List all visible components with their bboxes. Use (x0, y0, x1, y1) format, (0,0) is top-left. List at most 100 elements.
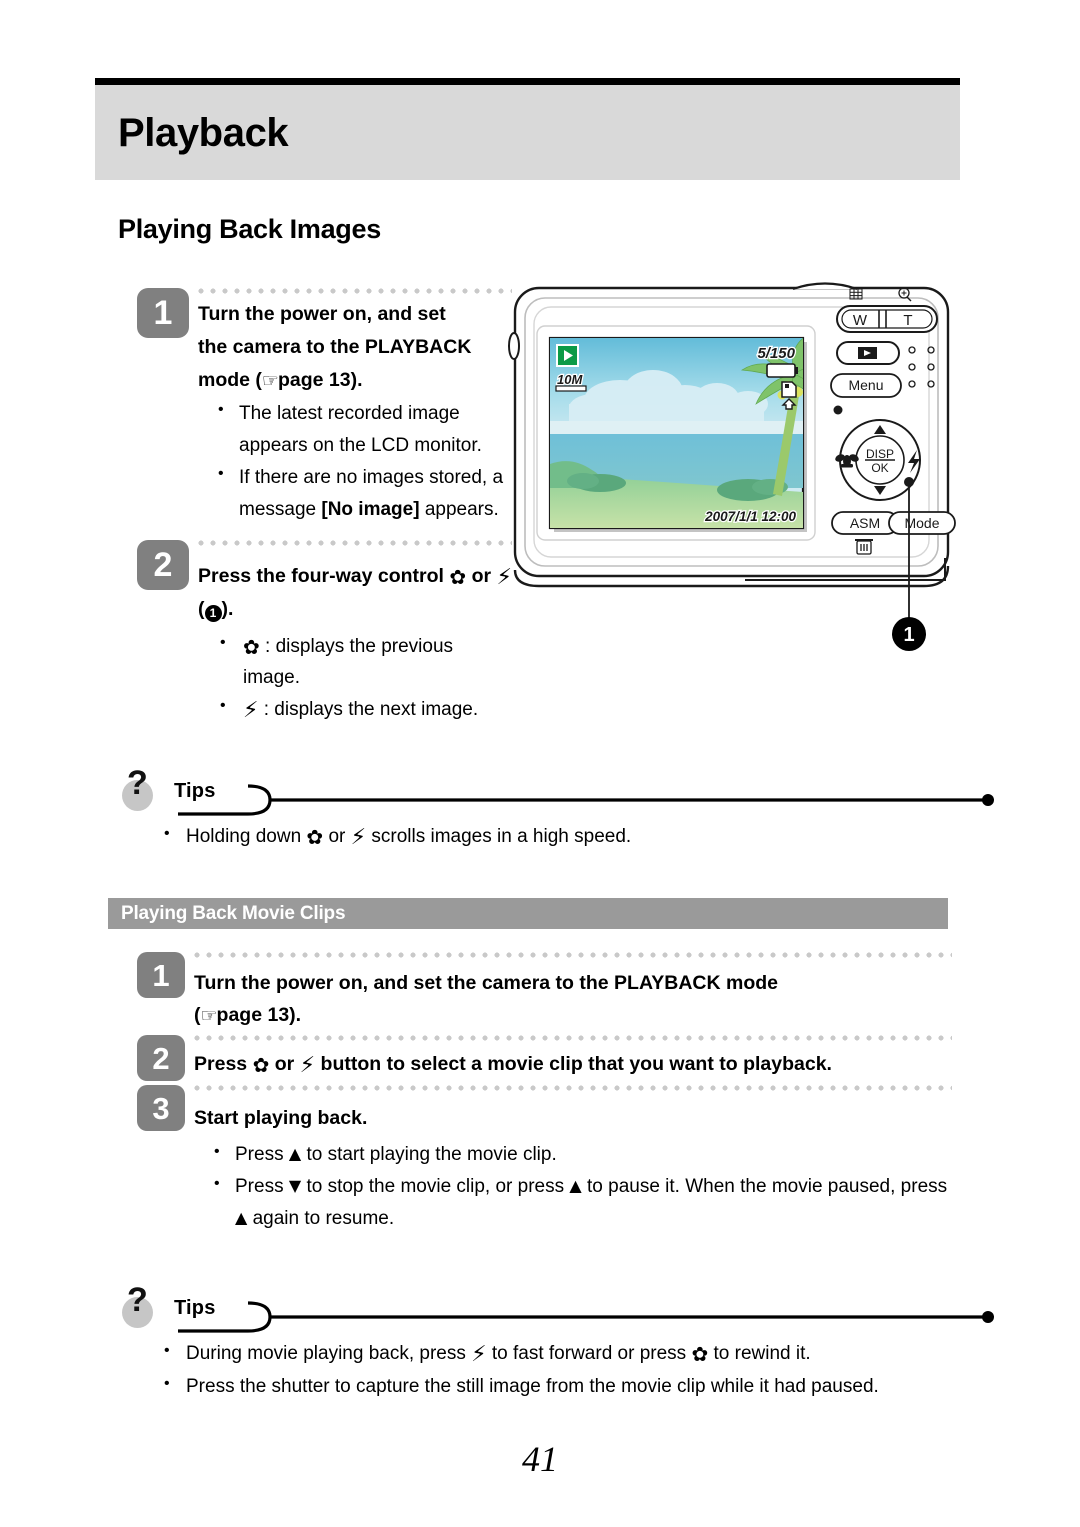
tips-bullets-movie: During movie playing back, press ⚡ to fa… (108, 1337, 958, 1404)
step-2: 2 Press the four-way control ✿ or ⚡ (1).… (137, 540, 512, 726)
tips-m2-text: Press the shutter to capture the still i… (186, 1375, 879, 1397)
step-1-page-ref: page 13 (277, 368, 351, 391)
movie-step-1-line2-post: ). (289, 1003, 302, 1026)
tips-block-images: ? Tips Holding down ✿ or ⚡ scrolls image… (108, 764, 994, 854)
tips-1-pre: Holding down (186, 826, 307, 847)
bullet-item: Press ▼ to stop the movie clip, or press… (194, 1170, 952, 1236)
movie-step-badge-2: 2 (137, 1035, 185, 1082)
movie-step-1: 1 Turn the power on, and set the camera … (137, 952, 952, 1031)
movie-step-2: 2 Press ✿ or ⚡ button to select a movie … (137, 1035, 952, 1082)
tips-rule (178, 784, 994, 816)
lcd-datestamp: 2007/1/1 12:00 (704, 509, 796, 524)
question-mark-icon: ? (127, 1281, 148, 1319)
step-2-heading-end: ). (221, 597, 234, 620)
pointing-hand-icon: ☞ (200, 1004, 218, 1027)
movie-step-1-page-ref: page 13 (216, 1003, 290, 1026)
movie-step-badge-3: 3 (137, 1085, 185, 1132)
lcd-playback-mode-icon (556, 344, 579, 367)
ok-label: OK (871, 461, 888, 475)
callout-ref-1: 1 (204, 604, 222, 622)
step-1-heading: Turn the power on, and set the camera to… (198, 294, 512, 396)
step-2-bullet-1-text: : displays the previous image. (243, 635, 454, 689)
svg-text:10M: 10M (557, 372, 583, 387)
tips-m1-pre: During movie playing back, press (186, 1343, 472, 1364)
movie-step-2-body: Press ✿ or ⚡ button to select a movie cl… (194, 1035, 952, 1081)
camera-back-view: 10M 5/150 2007/1/1 12:00 W T Menu DISP O… (508, 282, 956, 651)
movie-step-3-bullets: Press ▲ to start playing the movie clip.… (194, 1138, 952, 1236)
asm-button-label: ASM (850, 515, 880, 531)
step-1-heading-line3-post: ). (350, 368, 363, 391)
tips-item: During movie playing back, press ⚡ to fa… (108, 1337, 958, 1371)
movie-step-3-heading: Start playing back. (194, 1107, 368, 1130)
playing-back-images-steps: 1 Turn the power on, and set the camera … (137, 288, 512, 726)
movie-bullet-2-post: to pause it. When the movie paused, pres… (581, 1176, 948, 1198)
status-led (833, 405, 843, 415)
movie-step-1-line2-pre: ( (194, 1003, 201, 1026)
disp-label: DISP (866, 447, 894, 461)
chapter-header: Playback (95, 78, 960, 180)
page-number: 41 (522, 1439, 558, 1479)
tips-header: ? Tips (108, 1281, 994, 1333)
bullet-item: Press ▲ to start playing the movie clip. (194, 1138, 952, 1171)
menu-button-label: Menu (848, 377, 883, 393)
movie-bullet-2-end: again to resume. (247, 1208, 395, 1230)
movie-step-badge-1: 1 (137, 952, 185, 998)
movie-step-3: 3 Start playing back. Press ▲ to start p… (137, 1085, 952, 1235)
lcd-memory-card-icon (781, 381, 797, 398)
callout-badge-1-label: 1 (903, 624, 914, 646)
movie-bullet-2-pre: Press (235, 1176, 289, 1198)
lcd-battery-icon (766, 363, 798, 378)
pointing-hand-icon: ☞ (261, 369, 279, 392)
asm-button: ASM (831, 511, 899, 535)
step-1: 1 Turn the power on, and set the camera … (137, 288, 512, 526)
section-title: Playing Back Images (118, 214, 381, 244)
tips-1-mid: or (323, 826, 351, 847)
tips-header: ? Tips (108, 764, 994, 816)
step-1-heading-line2: the camera to the PLAYBACK (198, 335, 472, 358)
movie-step-2-heading: Press ✿ or ⚡ button to select a movie cl… (194, 1053, 832, 1079)
step-2-heading-mid: or (466, 565, 497, 588)
bullet-item: ✿ : displays the previous image. (198, 630, 512, 695)
step-badge-2: 2 (137, 540, 189, 591)
step-2-body: Press the four-way control ✿ or ⚡ (1). ✿… (198, 540, 512, 726)
zoom-rocker: W T (836, 305, 938, 333)
zoom-wide-label: W (853, 312, 868, 329)
chapter-band: Playback (95, 85, 960, 180)
tips-m1-mid: to fast forward or press (486, 1343, 692, 1364)
bullet-item: The latest recorded image appears on the… (198, 397, 512, 462)
tips-1-post: scrolls images in a high speed. (366, 826, 632, 847)
tips-block-movie: ? Tips During movie playing back, press … (108, 1281, 994, 1404)
movie-step-1-body: Turn the power on, and set the camera to… (194, 952, 952, 1031)
movie-step-3-body: Start playing back. Press ▲ to start pla… (194, 1085, 952, 1235)
movie-bullet-2-mid: to stop the movie clip, or press (301, 1176, 570, 1198)
movie-step-2-mid: or (269, 1053, 300, 1076)
step-1-body: Turn the power on, and set the camera to… (198, 288, 512, 526)
tips-m1-post: to rewind it. (708, 1343, 811, 1364)
movie-step-2-pre: Press (194, 1053, 253, 1076)
movie-step-1-heading: Turn the power on, and set the camera to… (194, 958, 952, 1031)
step-1-heading-line1: Turn the power on, and set (198, 303, 446, 325)
mode-button: Mode (888, 511, 956, 535)
movie-step-1-line1: Turn the power on, and set the camera to… (194, 972, 779, 994)
tips-item: Holding down ✿ or ⚡ scrolls images in a … (108, 820, 958, 854)
step-1-bullet-2-post: appears. (419, 499, 499, 521)
step-1-bullet-1-text: The latest recorded image appears on the… (239, 403, 482, 457)
playback-button (836, 341, 900, 365)
bullet-item: ⚡ : displays the next image. (198, 693, 512, 726)
playing-back-movie-steps: 1 Turn the power on, and set the camera … (137, 952, 952, 1236)
no-image-message: [No image] (321, 499, 420, 521)
callout-anchor-dot (904, 477, 914, 487)
zoom-tele-label: T (903, 312, 912, 329)
bullet-item: If there are no images stored, a message… (198, 461, 512, 526)
subsection-header: Playing Back Movie Clips (108, 898, 948, 929)
step-1-heading-line3-pre: mode ( (198, 368, 262, 391)
lcd-resolution-badge: 10M (555, 371, 587, 392)
step-2-heading: Press the four-way control ✿ or ⚡ (1). (198, 565, 512, 622)
step-2-bullets: ✿ : displays the previous image. ⚡ : dis… (198, 630, 512, 727)
tips-item: Press the shutter to capture the still i… (108, 1370, 958, 1404)
step-2-heading-pre: Press the four-way control (198, 565, 450, 588)
question-mark-icon: ? (127, 764, 148, 802)
camera-illustration: 10M 5/150 2007/1/1 12:00 W T Menu DISP O… (505, 278, 960, 678)
movie-bullet-1-post: to start playing the movie clip. (301, 1143, 557, 1165)
menu-button: Menu (830, 373, 902, 398)
